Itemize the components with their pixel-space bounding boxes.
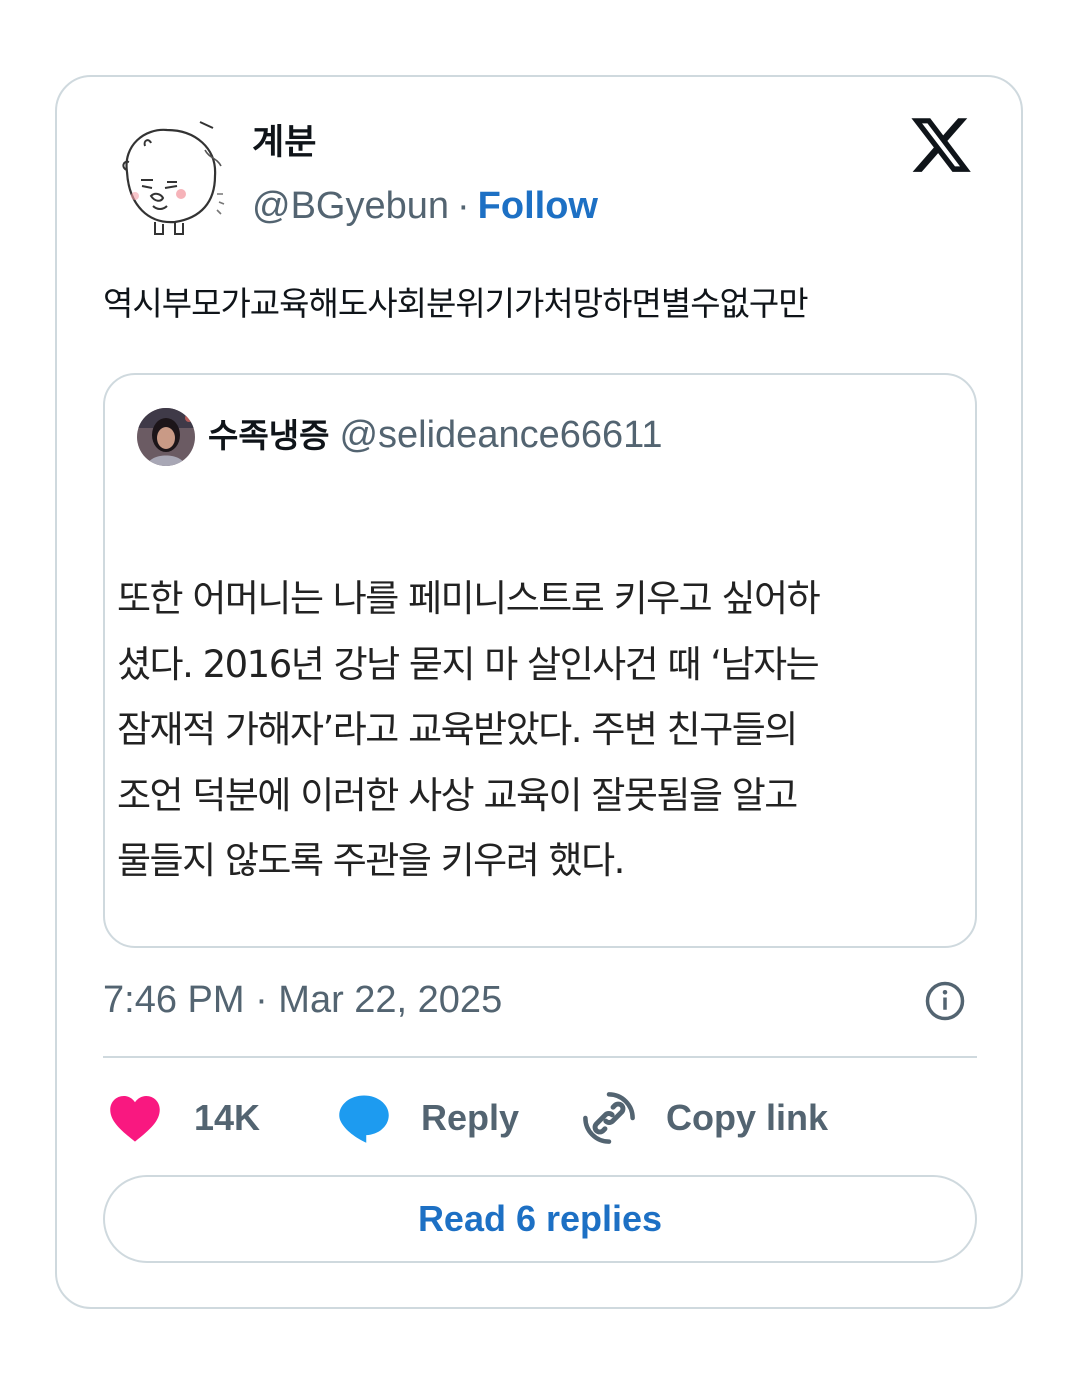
quoted-display-name: 수족냉증 xyxy=(208,416,330,455)
quoted-author-avatar xyxy=(137,408,195,466)
author-avatar[interactable] xyxy=(105,110,235,240)
quoted-text-line: 조언 덕분에 이러한 사상 교육이 잘못됨을 알고 xyxy=(117,773,798,817)
quoted-author-row: 수족냉증 @selideance66611 xyxy=(208,413,663,459)
tweet-timestamp[interactable]: 7:46 PM · Mar 22, 2025 xyxy=(103,978,502,1024)
tweet-text: 역시부모가교육해도사회분위기가처망하면별수없구만 xyxy=(103,284,809,323)
divider xyxy=(103,1056,977,1058)
read-replies-label: Read 6 replies xyxy=(417,1198,663,1239)
quoted-text-line: 잠재적 가해자’라고 교육받았다. 주변 친구들의 xyxy=(117,708,798,751)
author-handle[interactable]: @BGyebun xyxy=(252,185,449,227)
copy-link-label: Copy link xyxy=(666,1097,829,1138)
like-button[interactable]: 14K xyxy=(108,1090,260,1146)
quoted-text-line: 셨다. 2016년 강남 묻지 마 살인사건 때 ‘남자는 xyxy=(117,642,820,686)
quoted-handle: @selideance66611 xyxy=(339,414,663,456)
quoted-text: 또한 어머니는 나를 페미니스트로 키우고 싶어하 셨다. 2016년 강남 묻… xyxy=(117,566,967,894)
reply-bubble-icon xyxy=(339,1095,389,1143)
quoted-text-line: 물들지 않도록 주관을 키우려 했다. xyxy=(117,839,625,882)
quoted-text-line: 또한 어머니는 나를 페미니스트로 키우고 싶어하 xyxy=(117,577,821,620)
copy-link-button[interactable]: Copy link xyxy=(582,1090,828,1146)
follow-button[interactable]: Follow xyxy=(478,185,598,227)
heart-icon xyxy=(110,1095,160,1142)
author-display-name[interactable]: 계분 xyxy=(252,122,316,164)
link-icon xyxy=(583,1092,635,1144)
x-logo-icon[interactable] xyxy=(908,112,974,178)
info-icon[interactable] xyxy=(924,980,966,1022)
reply-button[interactable]: Reply xyxy=(336,1090,519,1146)
separator-dot: · xyxy=(457,185,470,227)
like-count: 14K xyxy=(194,1097,261,1138)
reply-label: Reply xyxy=(421,1097,520,1138)
read-replies-button[interactable]: Read 6 replies xyxy=(103,1175,977,1263)
author-handle-row: @BGyebun · Follow xyxy=(252,184,598,230)
